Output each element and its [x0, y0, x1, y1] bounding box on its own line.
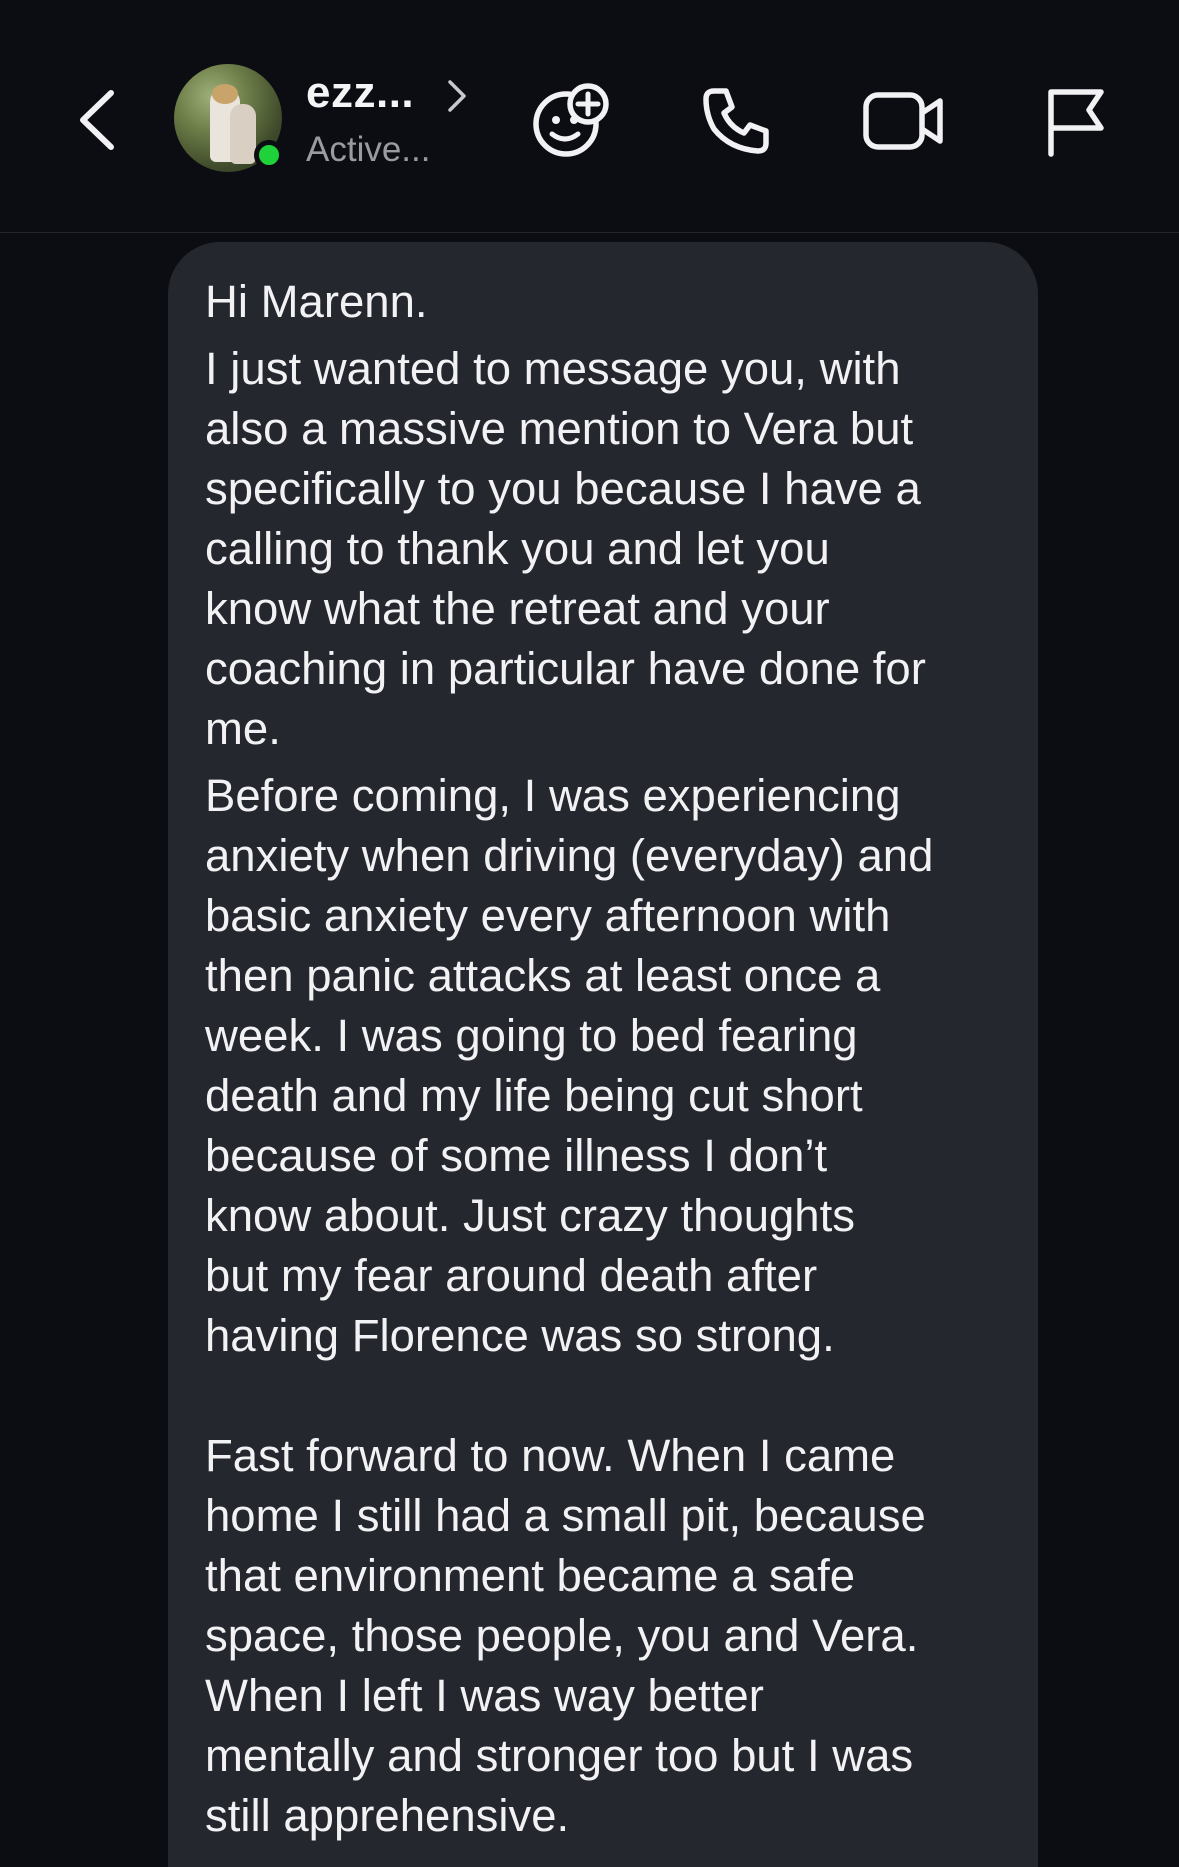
chevron-left-icon: [80, 90, 114, 150]
video-camera-icon: [863, 92, 943, 150]
message-bubble[interactable]: Hi Marenn. I just wanted to message you,…: [168, 242, 1038, 1867]
report-button[interactable]: [1038, 82, 1112, 162]
message-paragraph: Fast forward to now. When I came home I …: [205, 1430, 926, 1841]
contact-name[interactable]: ezz...: [306, 68, 414, 118]
chevron-right-icon[interactable]: [444, 76, 470, 116]
message-paragraph: I just wanted to message you, with also …: [205, 343, 926, 754]
message-paragraph: Hi Marenn.: [205, 276, 428, 327]
message-thread[interactable]: Hi Marenn. I just wanted to message you,…: [0, 233, 1179, 1867]
effects-button[interactable]: [530, 80, 614, 160]
online-status-dot: [254, 140, 284, 170]
flag-icon: [1048, 89, 1104, 157]
contact-avatar[interactable]: [174, 64, 284, 172]
chat-header: ezz... Active...: [0, 0, 1179, 233]
video-call-button[interactable]: [862, 82, 946, 160]
message-paragraph: Before coming, I was experiencing anxiet…: [205, 770, 934, 1361]
phone-icon: [703, 88, 769, 154]
back-button[interactable]: [62, 80, 132, 160]
contact-status: Active...: [306, 130, 431, 169]
voice-call-button[interactable]: [696, 82, 776, 160]
smiley-plus-icon: [533, 83, 609, 157]
